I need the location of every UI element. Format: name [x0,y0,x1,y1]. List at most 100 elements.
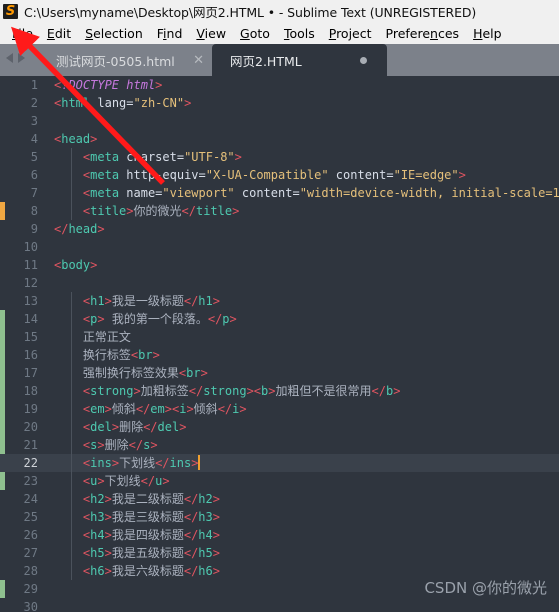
code-line[interactable]: 2 <html lang="zh-CN"> [0,94,559,112]
code-line[interactable]: 27 <h5>我是五级标题</h5> [0,544,559,562]
line-content: <meta name="viewport" content="width=dev… [82,186,559,200]
tab-webpage2[interactable]: 网页2.HTML [212,44,387,76]
code-lines[interactable]: 1 <!DOCTYPE html> 2 <html lang="zh-CN"> 3 4 <h… [0,76,559,612]
menu-bar: File Edit Selection Find View Goto Tools Projec… [0,22,559,44]
line-number: 26 [23,528,38,542]
line-content: <h2>我是二级标题</h2> [82,492,220,506]
code-line[interactable]: 30 [0,598,559,612]
line-number: 22 [23,456,38,470]
line-number: 27 [23,546,38,560]
menu-item-selection[interactable]: Selection [78,25,150,42]
code-line[interactable]: 20 <del>删除</del> [0,418,559,436]
code-line[interactable]: 15 正常正文 [0,328,559,346]
code-line[interactable]: 7 <meta name="viewport" content="width=d… [0,184,559,202]
line-content: <em>倾斜</em><i>倾斜</i> [82,402,247,416]
code-line[interactable]: 18 <strong>加粗标签</strong><b>加粗但不是很常用</b> [0,382,559,400]
line-content: <del>删除</del> [82,420,187,434]
code-line[interactable]: 4 <head> [0,130,559,148]
sublime-text-logo-icon: S [3,3,18,19]
code-line[interactable]: 17 强制换行标签效果<br> [0,364,559,382]
menu-item-tools[interactable]: Tools [277,25,322,42]
code-line[interactable]: 12 [0,274,559,292]
line-content: <meta charset="UTF-8"> [82,150,242,164]
code-line[interactable]: 9 </head> [0,220,559,238]
line-number: 14 [23,312,38,326]
line-number: 15 [23,330,38,344]
line-number: 21 [23,438,38,452]
code-line[interactable]: 13 <h1>我是一级标题</h1> [0,292,559,310]
line-content: <head> [54,132,98,146]
line-number: 18 [23,384,38,398]
line-number: 6 [30,168,38,182]
menu-item-edit[interactable]: Edit [40,25,78,42]
title-bar: S C:\Users\myname\Desktop\网页2.HTML • - S… [0,0,559,22]
menu-item-project[interactable]: Project [322,25,379,42]
code-line[interactable]: 16 换行标签<br> [0,346,559,364]
line-content: <h1>我是一级标题</h1> [82,294,220,308]
line-number: 1 [30,78,38,92]
window-title: C:\Users\myname\Desktop\网页2.HTML • - Sub… [24,4,477,20]
code-line[interactable]: 3 [0,112,559,130]
line-content: <h4>我是四级标题</h4> [82,528,220,542]
tab-nav-arrows[interactable] [6,53,25,63]
tab-label: 网页2.HTML [230,53,302,69]
line-number: 29 [23,582,38,596]
menu-item-view[interactable]: View [189,25,233,42]
code-line[interactable]: 24 <h2>我是二级标题</h2> [0,490,559,508]
code-line[interactable]: 6 <meta http-equiv="X-UA-Compatible" con… [0,166,559,184]
line-content: <h6>我是六级标题</h6> [82,564,220,578]
code-line[interactable]: 5 <meta charset="UTF-8"> [0,148,559,166]
line-number: 10 [23,240,38,254]
menu-item-file[interactable]: File [5,25,40,42]
line-number: 20 [23,420,38,434]
menu-item-goto[interactable]: Goto [233,25,277,42]
text-cursor [198,455,201,470]
line-number: 2 [30,96,38,110]
logo-glyph: S [5,3,16,19]
line-content: <meta http-equiv="X-UA-Compatible" conte… [82,168,466,182]
line-number: 9 [30,222,38,236]
code-line[interactable]: 19 <em>倾斜</em><i>倾斜</i> [0,400,559,418]
menu-item-find[interactable]: Find [150,25,190,42]
code-line[interactable]: 25 <h3>我是三级标题</h3> [0,508,559,526]
unsaved-dot-icon [360,56,367,64]
menu-item-preferences[interactable]: Preferences [379,25,467,42]
line-content: 正常正文 [82,330,131,344]
line-number: 16 [23,348,38,362]
code-line[interactable]: 1 <!DOCTYPE html> [0,76,559,94]
code-editor[interactable]: 1 <!DOCTYPE html> 2 <html lang="zh-CN"> 3 4 <h… [0,76,559,612]
code-line[interactable]: 21 <s>删除</s> [0,436,559,454]
line-content: <strong>加粗标签</strong><b>加粗但不是很常用</b> [82,384,401,398]
line-number: 30 [23,600,38,612]
code-line[interactable]: 10 [0,238,559,256]
line-number: 3 [30,114,38,128]
code-line[interactable]: 26 <h4>我是四级标题</h4> [0,526,559,544]
line-content: </head> [54,222,105,236]
line-number: 17 [23,366,38,380]
tab-label: 测试网页-0505.html [56,53,175,69]
line-content: <u>下划线</u> [82,474,170,488]
tab-next-arrow-icon[interactable] [18,53,25,63]
line-number: 24 [23,492,38,506]
line-content: <s>删除</s> [82,438,158,452]
line-number: 28 [23,564,38,578]
line-number: 19 [23,402,38,416]
code-line[interactable]: 14 <p> 我的第一个段落。</p> [0,310,559,328]
tab-prev-arrow-icon[interactable] [6,53,13,63]
code-line[interactable]: 23 <u>下划线</u> [0,472,559,490]
menu-item-help[interactable]: Help [466,25,509,42]
watermark: CSDN @你的微光 [424,579,547,597]
tab-bar: 测试网页-0505.html ✕ 网页2.HTML [0,44,559,76]
line-number: 12 [23,276,38,290]
line-content: <body> [54,258,98,272]
line-number: 23 [23,474,38,488]
line-number: 5 [30,150,38,164]
line-number: 8 [30,204,38,218]
line-number: 13 [23,294,38,308]
tab-test-page[interactable]: 测试网页-0505.html ✕ [40,44,220,76]
code-line[interactable]: 8 <title>你的微光</title> [0,202,559,220]
code-line[interactable]: 11 <body> [0,256,559,274]
indent-guide [71,292,72,580]
close-icon[interactable]: ✕ [193,54,204,67]
code-line[interactable]: 22 <ins>下划线</ins> [0,454,559,472]
